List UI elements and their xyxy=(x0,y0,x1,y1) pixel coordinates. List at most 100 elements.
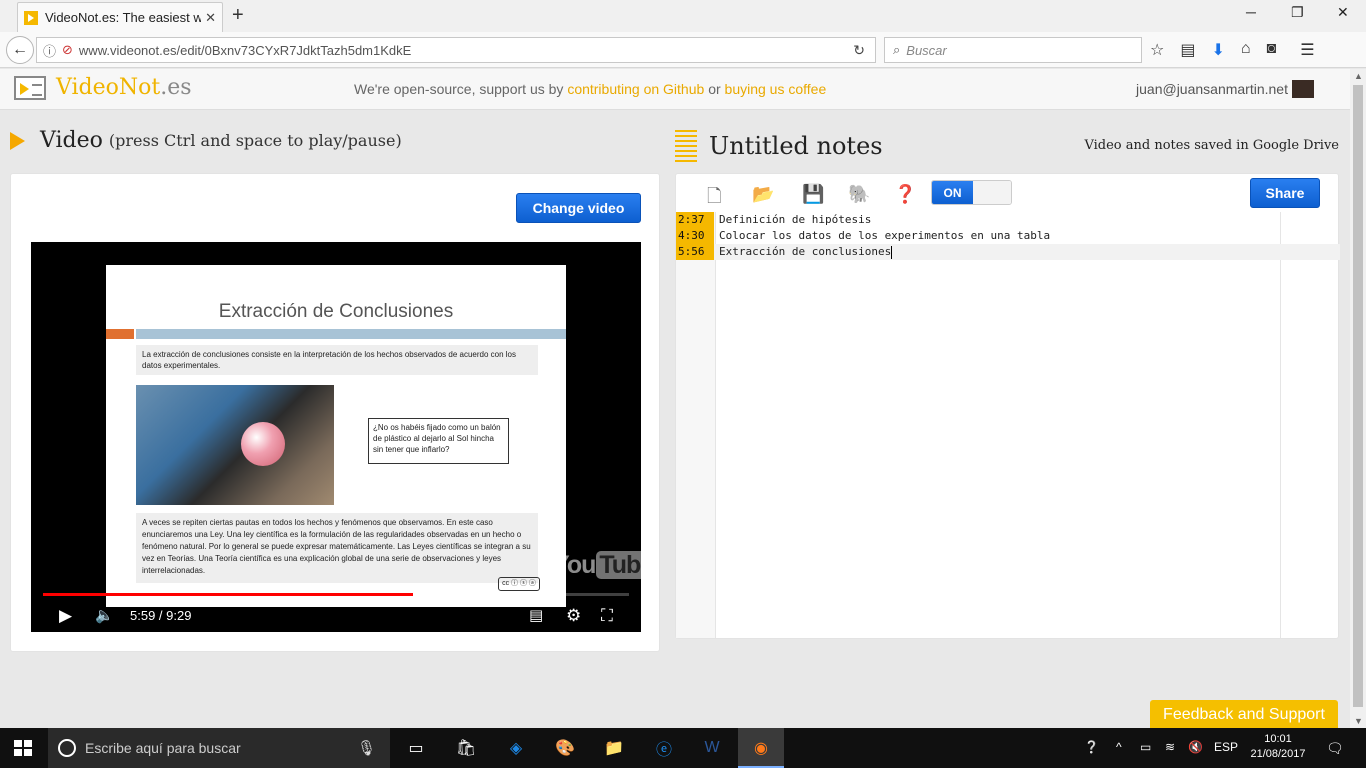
help-icon[interactable]: ❓ xyxy=(894,184,916,205)
open-folder-icon[interactable]: 📂 xyxy=(752,184,774,205)
wifi-icon[interactable]: ≋ xyxy=(1165,740,1175,754)
task-view-icon[interactable]: ▭ xyxy=(404,736,428,760)
save-disk-icon[interactable]: 💾 xyxy=(802,184,824,205)
new-file-icon[interactable]: 🗋 xyxy=(707,184,721,214)
minimize-icon[interactable]: ─ xyxy=(1246,4,1256,20)
close-tab-icon[interactable]: ✕ xyxy=(205,10,216,26)
settings-gear-icon[interactable]: ⚙ xyxy=(566,606,581,626)
notes-panel: 🗋 📂 💾 🐘 ❓ ON Share 2:37 Definición de hi… xyxy=(675,173,1340,639)
paint-icon[interactable]: 🎨 xyxy=(553,736,577,760)
app-header: VideoNot.es We're open-source, support u… xyxy=(0,69,1350,110)
note-timestamp[interactable]: 5:56 xyxy=(676,244,714,260)
avatar xyxy=(1292,80,1314,98)
slide-paragraph-1: La extracción de conclusiones consiste e… xyxy=(136,345,538,375)
browser-tab-bar: VideoNot.es: The easiest way ✕ + ─ ❐ ✕ xyxy=(0,0,1366,32)
clock-time: 10:01 xyxy=(1264,733,1292,745)
played-bar xyxy=(43,593,413,596)
change-video-button[interactable]: Change video xyxy=(516,193,641,223)
action-center-icon[interactable]: 🗨 xyxy=(1326,740,1344,757)
taskbar-search-input[interactable]: Escribe aquí para buscar 🎙 xyxy=(48,728,390,768)
scrollbar-thumb[interactable] xyxy=(1353,85,1363,707)
menu-icon[interactable]: ☰ xyxy=(1300,40,1314,60)
firefox-icon: ◉ xyxy=(754,740,768,757)
videonotes-favicon-icon xyxy=(24,10,38,25)
note-text[interactable]: Colocar los datos de los experimentos en… xyxy=(719,228,1050,244)
notes-heading[interactable]: Untitled notes xyxy=(709,132,883,160)
page-scrollbar[interactable]: ▲ ▼ xyxy=(1350,69,1366,728)
video-progress-bar[interactable] xyxy=(43,593,629,596)
user-account[interactable]: juan@juansanmartin.net xyxy=(1136,80,1314,98)
app-logo[interactable]: VideoNot.es xyxy=(14,75,192,100)
reload-icon[interactable]: ↻ xyxy=(853,42,865,59)
slide-header-bar xyxy=(136,329,566,339)
fullscreen-icon[interactable]: ⛶ xyxy=(601,606,613,626)
word-icon[interactable]: W xyxy=(700,736,724,760)
blocked-content-icon[interactable]: ⊘ xyxy=(62,42,73,58)
scroll-down-icon[interactable]: ▼ xyxy=(1354,716,1363,726)
time-display: 5:59 / 9:29 xyxy=(130,608,192,623)
note-line-active[interactable]: 5:56 Extracción de conclusiones xyxy=(676,244,1340,260)
note-timestamp[interactable]: 4:30 xyxy=(676,228,714,244)
pocket-icon[interactable]: ◙ xyxy=(1267,40,1277,60)
timestamp-gutter xyxy=(676,212,716,638)
browser-tab[interactable]: VideoNot.es: The easiest way ✕ xyxy=(17,2,223,32)
youtube-player[interactable]: Extracción de Conclusiones La extracción… xyxy=(31,242,641,632)
url-text: www.videonot.es/edit/0Bxnv73CYxR7JdktTaz… xyxy=(78,42,412,58)
taskbar-search-placeholder: Escribe aquí para buscar xyxy=(85,740,241,756)
video-hint: (press Ctrl and space to play/pause) xyxy=(108,131,402,150)
note-line[interactable]: 4:30 Colocar los datos de los experiment… xyxy=(676,228,1340,244)
restore-icon[interactable]: ❐ xyxy=(1291,4,1304,21)
file-explorer-icon[interactable]: 📁 xyxy=(602,736,626,760)
text-caret xyxy=(891,245,893,259)
show-hidden-icon[interactable]: ^ xyxy=(1116,740,1122,754)
download-icon[interactable]: ⬇ xyxy=(1211,40,1224,60)
editor-margin-line xyxy=(1280,212,1281,638)
feedback-button[interactable]: Feedback and Support xyxy=(1150,700,1338,730)
microphone-icon[interactable]: 🎙 xyxy=(357,739,376,757)
address-bar[interactable]: ⓘ ⊘ www.videonot.es/edit/0Bxnv73CYxR7Jdk… xyxy=(36,37,876,63)
share-button[interactable]: Share xyxy=(1250,178,1320,208)
slide-title: Extracción de Conclusiones xyxy=(218,301,454,322)
bookmark-star-icon[interactable]: ☆ xyxy=(1150,40,1164,60)
volume-icon[interactable]: 🔈 xyxy=(95,606,114,624)
scroll-up-icon[interactable]: ▲ xyxy=(1354,71,1363,81)
sync-toggle[interactable]: ON xyxy=(931,180,1012,205)
toggle-on-label: ON xyxy=(932,181,973,204)
toolbar-icons: ☆ ▤ ⬇ ⌂ ◙ ☰ xyxy=(1150,40,1315,60)
notes-toolbar: 🗋 📂 💾 🐘 ❓ ON Share xyxy=(676,174,1338,214)
home-icon[interactable]: ⌂ xyxy=(1241,40,1251,60)
firefox-taskbar-item[interactable]: ◉ xyxy=(738,728,784,768)
dropbox-icon[interactable]: ◈ xyxy=(504,736,528,760)
reading-list-icon[interactable]: ▤ xyxy=(1180,40,1195,60)
note-text[interactable]: Definición de hipótesis xyxy=(719,212,871,228)
back-button[interactable]: ← xyxy=(6,36,34,64)
window-close-icon[interactable]: ✕ xyxy=(1337,4,1349,21)
player-controls: ▶ 🔈 5:59 / 9:29 ▤ ⚙ ⛶ xyxy=(31,602,641,630)
subtitles-icon[interactable]: ▤ xyxy=(529,606,543,624)
evernote-icon[interactable]: 🐘 xyxy=(848,184,870,205)
logo-icon xyxy=(14,75,46,100)
save-status: Video and notes saved in Google Drive xyxy=(1084,138,1339,153)
note-line[interactable]: 2:37 Definición de hipótesis xyxy=(676,212,1340,228)
info-icon[interactable]: ⓘ xyxy=(43,41,56,60)
edge-icon[interactable]: ⓔ xyxy=(652,736,676,760)
windows-start-icon[interactable] xyxy=(14,740,32,756)
language-indicator[interactable]: ESP xyxy=(1214,740,1238,754)
user-email: juan@juansanmartin.net xyxy=(1136,81,1288,97)
note-timestamp[interactable]: 2:37 xyxy=(676,212,714,228)
coffee-link[interactable]: buying us coffee xyxy=(725,81,827,97)
clock-date: 21/08/2017 xyxy=(1250,748,1306,760)
github-link[interactable]: contributing on Github xyxy=(567,81,704,97)
note-text-active[interactable]: Extracción de conclusiones xyxy=(719,244,893,260)
youtube-watermark[interactable]: YouTube xyxy=(553,551,641,580)
system-clock[interactable]: 10:01 21/08/2017 xyxy=(1248,732,1308,762)
battery-icon[interactable]: ▭ xyxy=(1140,740,1151,754)
help-tray-icon[interactable]: ❔ xyxy=(1084,740,1099,754)
new-tab-button[interactable]: + xyxy=(232,4,244,27)
slide-ball-image xyxy=(241,422,285,466)
volume-muted-icon[interactable]: 🔇 xyxy=(1188,740,1203,754)
search-input[interactable]: ⌕ Buscar xyxy=(884,37,1142,63)
play-icon[interactable]: ▶ xyxy=(59,606,72,626)
video-frame: Extracción de Conclusiones La extracción… xyxy=(106,265,566,607)
store-icon[interactable]: 🛍 xyxy=(454,736,478,760)
